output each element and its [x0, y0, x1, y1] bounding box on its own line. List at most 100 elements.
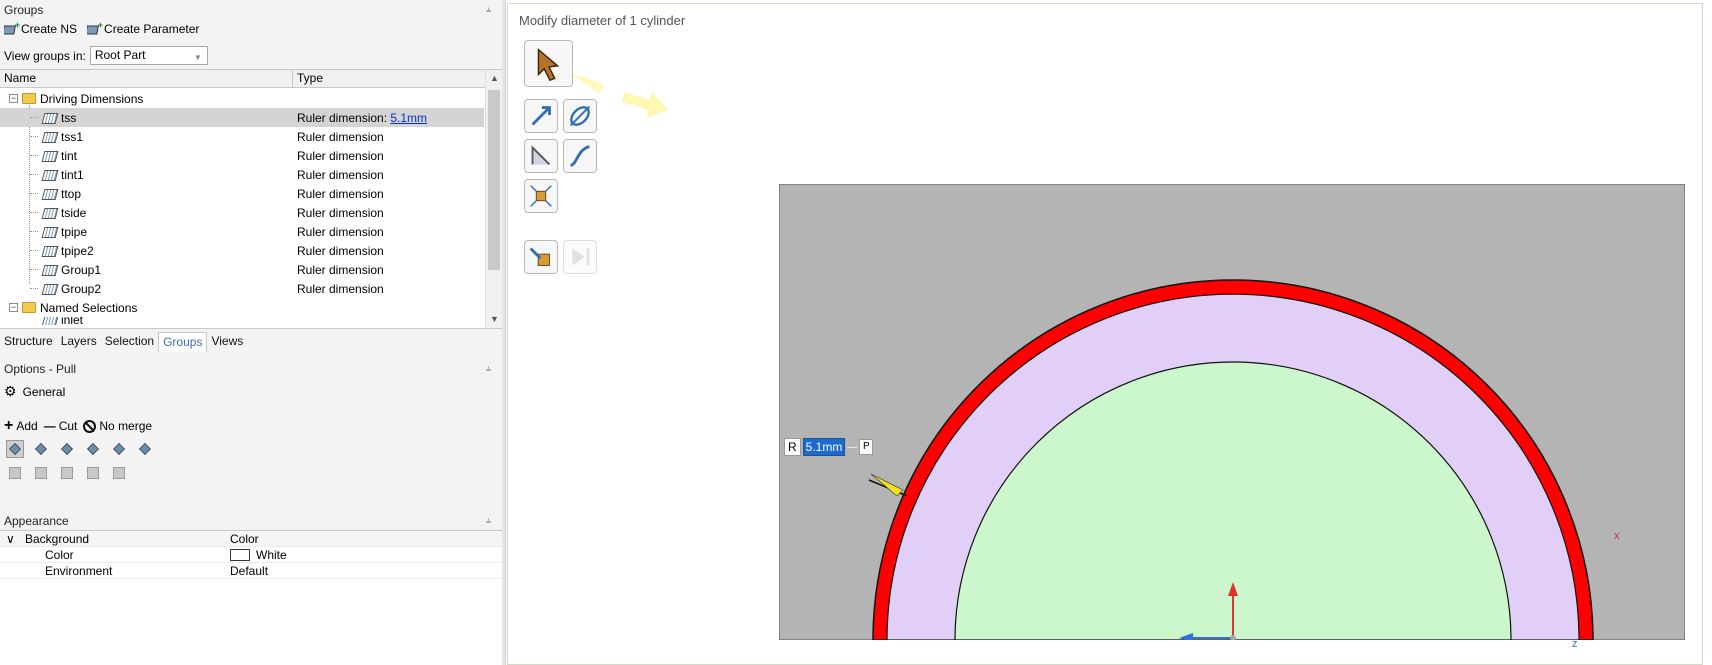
tree-rows: − Driving Dimensions tss Ruler dimension…: [0, 89, 484, 325]
create-ns-label: Create NS: [21, 22, 78, 36]
pull-direction-icon[interactable]: [6, 440, 24, 458]
table-row[interactable]: Group2 Ruler dimension: [0, 279, 484, 298]
parameter-link-icon[interactable]: P: [859, 439, 874, 455]
anchor-icon: [530, 185, 552, 207]
row-type: Ruler dimension: [297, 205, 384, 220]
ruler-dimension-icon: [42, 130, 57, 143]
ruler-dimension-icon: [42, 111, 57, 124]
ruler-dimension-icon: [42, 149, 57, 162]
view-groups-select[interactable]: Root Part ▼: [89, 46, 208, 65]
path-button[interactable]: [563, 139, 597, 173]
table-row[interactable]: tpipe Ruler dimension: [0, 222, 484, 241]
options-panel-title: Options - Pull: [4, 362, 77, 376]
scroll-thumb[interactable]: [488, 90, 500, 270]
tab-groups[interactable]: Groups: [158, 332, 208, 352]
table-row[interactable]: tss1 Ruler dimension: [0, 127, 484, 146]
table-row[interactable]: tint1 Ruler dimension: [0, 165, 484, 184]
appearance-row-color[interactable]: Color White: [0, 547, 502, 563]
property-label: Color: [45, 547, 74, 562]
groups-toolbar: + Create NS + Create Parameter: [2, 20, 199, 36]
property-value: Default: [230, 563, 269, 578]
ruler-dimension-icon: [42, 187, 57, 200]
create-parameter-button[interactable]: + Create Parameter: [85, 20, 199, 36]
cut-button[interactable]: Cut: [44, 419, 78, 433]
groups-panel-title: Groups: [4, 3, 44, 17]
thicken-icon[interactable]: [58, 464, 76, 482]
viewport-status-title: Modify diameter of 1 cylinder: [519, 13, 686, 28]
table-row[interactable]: Group1 Ruler dimension: [0, 260, 484, 279]
table-row[interactable]: tss Ruler dimension: 5.1mm: [0, 108, 484, 127]
row-name: tpipe2: [61, 243, 94, 258]
tab-layers[interactable]: Layers: [57, 332, 101, 352]
select-tool-button[interactable]: [524, 40, 573, 87]
minus-icon: [44, 419, 56, 433]
plus-icon: [4, 417, 13, 435]
shell-icon[interactable]: [84, 464, 102, 482]
offset-icon[interactable]: [32, 464, 50, 482]
design-viewport[interactable]: Modify diameter of 1 cylinder x z R 5.1m…: [507, 3, 1703, 665]
geometry-scene[interactable]: [779, 184, 1685, 640]
pin-icon[interactable]: ⫨: [486, 363, 494, 373]
folder-icon: [22, 302, 36, 313]
row-type: Ruler dimension: [297, 167, 384, 182]
ruler-dimension-icon: [42, 244, 57, 257]
tree-scrollbar[interactable]: ▲ ▼: [485, 70, 502, 328]
appearance-row-background[interactable]: ∨ Background Color: [0, 531, 502, 547]
blend-icon[interactable]: [110, 464, 128, 482]
ruler-dimension-icon: [42, 168, 57, 181]
no-merge-button[interactable]: No merge: [83, 419, 152, 433]
rotate-button[interactable]: [563, 99, 597, 133]
radius-dimension-editor: R 5.1mm — P: [784, 438, 874, 456]
pivot-icon[interactable]: [58, 440, 76, 458]
create-parameter-icon: +: [85, 20, 103, 36]
next-step-button[interactable]: [563, 240, 597, 274]
dimension-value-link[interactable]: 5.1mm: [390, 111, 427, 125]
collapse-icon[interactable]: −: [9, 303, 18, 312]
pin-icon[interactable]: ⫨: [486, 515, 494, 525]
pin-icon[interactable]: ⫨: [486, 4, 494, 14]
scroll-up-icon[interactable]: ▲: [486, 70, 502, 87]
up-to-icon[interactable]: [32, 440, 50, 458]
appearance-panel-title: Appearance: [4, 514, 69, 528]
x-axis-label: x: [1614, 530, 1620, 542]
general-section[interactable]: ⚙ General: [4, 383, 65, 400]
tab-views[interactable]: Views: [207, 332, 247, 352]
table-row[interactable]: ttop Ruler dimension: [0, 184, 484, 203]
panel-splitter[interactable]: [502, 0, 506, 665]
move-direction-button[interactable]: [524, 99, 558, 133]
color-swatch[interactable]: [230, 548, 250, 561]
tree-folder-named-selections[interactable]: − Named Selections: [0, 298, 484, 317]
named-selection-icon: [42, 317, 57, 325]
angle-button[interactable]: [524, 139, 558, 173]
anchor-button[interactable]: [524, 179, 558, 213]
table-row[interactable]: tside Ruler dimension: [0, 203, 484, 222]
tab-structure[interactable]: Structure: [0, 332, 57, 352]
add-button[interactable]: Add: [4, 417, 37, 435]
view-groups-label: View groups in:: [4, 48, 86, 63]
tab-selection[interactable]: Selection: [101, 332, 158, 352]
collapse-icon[interactable]: −: [9, 94, 18, 103]
folder-icon: [22, 93, 36, 104]
row-name: tside: [61, 205, 87, 220]
chevron-down-icon[interactable]: ∨: [6, 532, 15, 546]
draft-icon[interactable]: [136, 440, 154, 458]
column-header-type[interactable]: Type: [293, 70, 323, 87]
appearance-row-environment[interactable]: Environment Default: [0, 563, 502, 579]
complete-button[interactable]: [524, 240, 558, 274]
row-type: Ruler dimension: [297, 148, 384, 163]
create-ns-button[interactable]: + Create NS: [2, 20, 78, 36]
extrude-icon[interactable]: [6, 464, 24, 482]
sweep-icon[interactable]: [110, 440, 128, 458]
table-row[interactable]: tint Ruler dimension: [0, 146, 484, 165]
tool-guide-icon: [529, 247, 550, 266]
column-header-name[interactable]: Name: [0, 70, 293, 87]
general-label: General: [22, 384, 66, 399]
table-row[interactable]: inlet: [0, 317, 484, 325]
tree-folder-driving-dimensions[interactable]: − Driving Dimensions: [0, 89, 484, 108]
table-row[interactable]: tpipe2 Ruler dimension: [0, 241, 484, 260]
revolve-icon[interactable]: [84, 440, 102, 458]
radius-value-input[interactable]: 5.1mm: [802, 438, 846, 456]
scroll-down-icon[interactable]: ▼: [486, 311, 502, 328]
appearance-grid: ∨ Background Color Color White Environme…: [0, 530, 502, 665]
cut-label: Cut: [58, 419, 78, 433]
